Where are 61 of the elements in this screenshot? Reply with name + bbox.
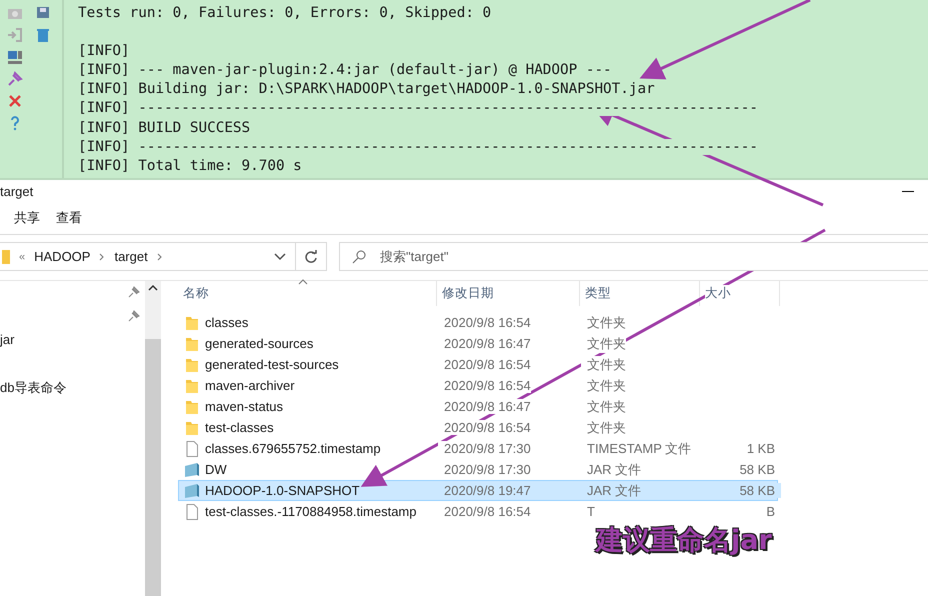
window-title: target <box>0 184 34 198</box>
folder-icon <box>183 314 201 330</box>
file-row[interactable]: maven-status 2020/9/8 16:47 文件夹 <box>178 396 778 417</box>
ribbon-tab[interactable]: 共享 <box>6 205 48 231</box>
minimize-icon[interactable] <box>902 190 914 192</box>
folder-icon <box>183 420 201 436</box>
file-row[interactable]: DW 2020/9/8 17:30 JAR 文件 58 KB <box>178 459 778 480</box>
dropdown-caret-icon[interactable] <box>274 252 286 260</box>
scrollbar[interactable] <box>145 281 161 596</box>
search-field[interactable]: 搜索"target" <box>339 242 928 271</box>
chevron-icon[interactable] <box>156 252 163 260</box>
file-row[interactable]: generated-test-sources 2020/9/8 16:54 文件夹 <box>178 354 778 375</box>
folder-icon <box>183 378 201 394</box>
layout-icon[interactable] <box>7 49 23 65</box>
file-name: test-classes.-1170884958.timestamp <box>205 504 416 519</box>
annotation-text: 建议重命名jar <box>596 524 772 558</box>
folder-icon <box>183 336 201 352</box>
pin-icon[interactable] <box>128 310 140 322</box>
pin-icon[interactable] <box>7 71 23 87</box>
import-icon[interactable] <box>7 27 23 43</box>
date-cell: 2020/9/8 17:30 <box>438 441 531 456</box>
address-bar[interactable]: « HADOOP target <box>0 242 327 271</box>
breadcrumb[interactable]: target <box>114 249 148 264</box>
file-row[interactable]: classes.679655752.timestamp 2020/9/8 17:30 TIMESTAMP 文件 1 KB <box>178 438 778 459</box>
jar-file-icon <box>183 462 201 478</box>
sort-caret-icon[interactable] <box>298 279 308 285</box>
column-header[interactable]: 大小 <box>705 285 731 302</box>
refresh-icon[interactable] <box>304 250 318 264</box>
navigation-item[interactable]: db导表命令 <box>0 379 66 397</box>
save-icon[interactable] <box>35 5 51 21</box>
file-name: generated-sources <box>205 336 314 351</box>
jar-file-icon <box>183 482 201 498</box>
overflow-chevron[interactable]: « <box>19 250 26 262</box>
file-name: maven-archiver <box>205 378 295 393</box>
column-header[interactable]: 修改日期 <box>442 285 494 302</box>
file-name: classes.679655752.timestamp <box>205 441 381 456</box>
column-header[interactable]: 名称 <box>183 285 209 302</box>
file-name: classes <box>205 315 248 330</box>
file-row[interactable]: test-classes.-1170884958.timestamp 2020/9/8 16:54 T B <box>178 501 778 522</box>
file-name: test-classes <box>205 420 274 435</box>
navigation-item[interactable]: jar <box>0 332 14 347</box>
file-row[interactable]: test-classes 2020/9/8 16:54 文件夹 <box>178 417 778 438</box>
size-cell: 58 KB <box>740 483 781 498</box>
file-row[interactable]: generated-sources 2020/9/8 16:47 文件夹 <box>178 333 778 354</box>
chevron-icon[interactable] <box>99 252 106 260</box>
ribbon-tab[interactable]: 查看 <box>48 205 90 231</box>
file-row[interactable]: classes 2020/9/8 16:54 文件夹 <box>178 312 778 333</box>
file-name: HADOOP-1.0-SNAPSHOT <box>205 483 360 498</box>
folder-icon <box>183 356 201 372</box>
column-header[interactable]: 类型 <box>585 285 611 302</box>
file-row[interactable]: HADOOP-1.0-SNAPSHOT 2020/9/8 19:47 JAR 文件 58 KB <box>178 480 778 501</box>
folder-icon <box>183 398 201 414</box>
trash-icon[interactable] <box>35 27 51 43</box>
file-row[interactable]: maven-archiver 2020/9/8 16:54 文件夹 <box>178 375 778 396</box>
file-name: generated-test-sources <box>205 357 339 372</box>
breadcrumb[interactable]: HADOOP <box>34 249 90 264</box>
pin-icon[interactable] <box>128 286 140 298</box>
file-name: DW <box>205 462 227 477</box>
type-cell: 文件夹 <box>581 356 626 374</box>
folder-icon <box>2 250 10 264</box>
close-icon[interactable] <box>7 93 23 109</box>
